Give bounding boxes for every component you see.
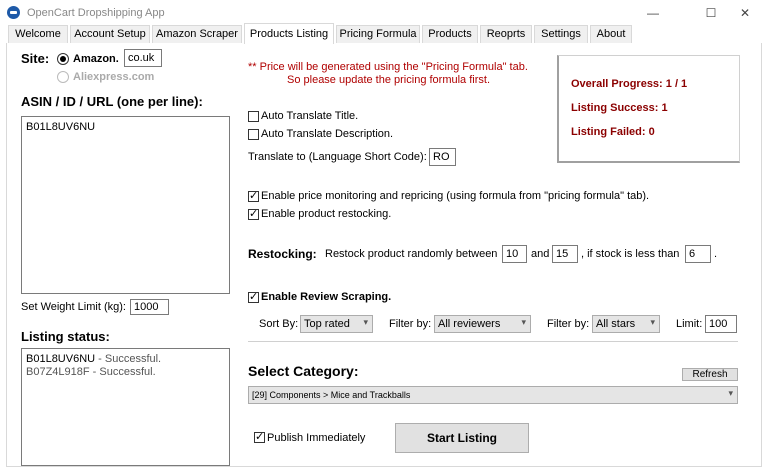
tab-welcome[interactable]: Welcome (8, 25, 68, 43)
price-monitoring-label: Enable price monitoring and repricing (u… (261, 190, 650, 202)
filter-reviewers-label: Filter by: (389, 318, 432, 330)
chevron-down-icon: ▾ (521, 318, 526, 328)
limit-input[interactable]: 100 (705, 315, 737, 333)
auto-translate-description-checkbox[interactable] (248, 129, 259, 140)
asin-textarea-value: B01L8UV6NU (26, 121, 96, 133)
auto-translate-description-label: Auto Translate Description. (261, 128, 394, 140)
aliexpress-radio[interactable] (57, 71, 69, 83)
minimize-button[interactable]: — (630, 0, 676, 26)
select-category-label: Select Category: (248, 363, 359, 379)
restocking-end: . (714, 248, 718, 260)
tab-pricing-formula[interactable]: Pricing Formula (336, 25, 420, 43)
window-title: OpenCart Dropshipping App (27, 7, 165, 19)
restocking-and: and (531, 248, 550, 260)
status-text: - Successful. (89, 366, 156, 378)
restock-threshold-input[interactable]: 6 (685, 245, 711, 263)
listing-status-label: Listing status: (21, 329, 110, 344)
review-scraping-label: Enable Review Scraping. (261, 291, 392, 303)
publish-immediately-checkbox[interactable] (254, 430, 265, 444)
status-line: B07Z4L918F - Successful. (26, 366, 225, 379)
aliexpress-radio-label: Aliexpress.com (73, 71, 155, 83)
refresh-button[interactable]: Refresh (682, 368, 738, 381)
filter-stars-label: Filter by: (547, 318, 590, 330)
filter-reviewers-value: All reviewers (438, 318, 501, 330)
restock-max-input[interactable]: 15 (552, 245, 578, 263)
chevron-down-icon: ▾ (363, 318, 368, 328)
limit-label: Limit: (676, 318, 703, 330)
language-code-input[interactable]: RO (429, 148, 456, 166)
status-text: - Successful. (95, 353, 162, 365)
tab-account-setup[interactable]: Account Setup (70, 25, 150, 43)
price-monitoring-checkbox[interactable] (248, 189, 259, 203)
restocking-checkbox-label: Enable product restocking. (261, 208, 392, 220)
weight-limit-input[interactable]: 1000 (130, 299, 169, 315)
publish-immediately-label: Publish Immediately (267, 432, 366, 444)
chevron-down-icon: ▾ (728, 389, 733, 399)
tab-settings[interactable]: Settings (534, 25, 588, 43)
filter-stars-value: All stars (596, 318, 636, 330)
category-select[interactable]: [29] Components > Mice and Trackballs ▾ (248, 386, 738, 404)
amazon-radio[interactable] (57, 53, 69, 65)
tab-products[interactable]: Products (422, 25, 478, 43)
tab-amazon-scraper[interactable]: Amazon Scraper (152, 25, 242, 43)
asin-label: ASIN / ID / URL (one per line): (21, 94, 203, 109)
status-line: B01L8UV6NU - Successful. (26, 353, 225, 366)
site-label: Site: (21, 51, 50, 66)
overall-progress: Overall Progress: 1 / 1 (571, 78, 688, 90)
pricing-notice-line1: ** Price will be generated using the "Pr… (248, 61, 528, 73)
review-scraping-checkbox[interactable] (248, 290, 259, 304)
auto-translate-title-label: Auto Translate Title. (261, 110, 359, 122)
divider (248, 341, 738, 342)
filter-stars-select[interactable]: All stars ▾ (592, 315, 660, 333)
tab-products-listing[interactable]: Products Listing (244, 23, 334, 44)
sort-by-label: Sort By: (259, 318, 299, 330)
listing-status-box: B01L8UV6NU - Successful. B07Z4L918F - Su… (21, 348, 230, 466)
start-listing-button[interactable]: Start Listing (395, 423, 529, 453)
amazon-domain-input[interactable]: co.uk (124, 49, 162, 67)
restock-min-input[interactable]: 10 (502, 245, 527, 263)
chevron-down-icon: ▾ (650, 318, 655, 328)
sort-by-value: Top rated (304, 318, 350, 330)
tab-about[interactable]: About (590, 25, 632, 43)
pricing-notice-line2: So please update the pricing formula fir… (287, 74, 491, 86)
close-button[interactable]: ✕ (722, 0, 768, 26)
asin-textarea[interactable]: B01L8UV6NU (21, 116, 230, 294)
listing-failed: Listing Failed: 0 (571, 126, 655, 138)
amazon-radio-label: Amazon. (73, 53, 119, 65)
tab-reports[interactable]: Reoprts (480, 25, 532, 43)
auto-translate-title-checkbox[interactable] (248, 111, 259, 122)
listing-success: Listing Success: 1 (571, 102, 668, 114)
restocking-text1: Restock product randomly between (325, 248, 498, 260)
status-id: B07Z4L918F (26, 366, 90, 378)
weight-limit-label: Set Weight Limit (kg): (21, 301, 126, 313)
language-code-label: Translate to (Language Short Code): (248, 151, 427, 163)
sort-by-select[interactable]: Top rated ▾ (300, 315, 373, 333)
status-id: B01L8UV6NU (26, 353, 96, 365)
filter-reviewers-select[interactable]: All reviewers ▾ (434, 315, 531, 333)
restocking-checkbox[interactable] (248, 207, 259, 221)
app-logo-icon (7, 6, 20, 19)
restocking-label: Restocking: (248, 247, 317, 261)
category-value: [29] Components > Mice and Trackballs (252, 390, 411, 400)
restocking-text2: , if stock is less than (581, 248, 680, 260)
